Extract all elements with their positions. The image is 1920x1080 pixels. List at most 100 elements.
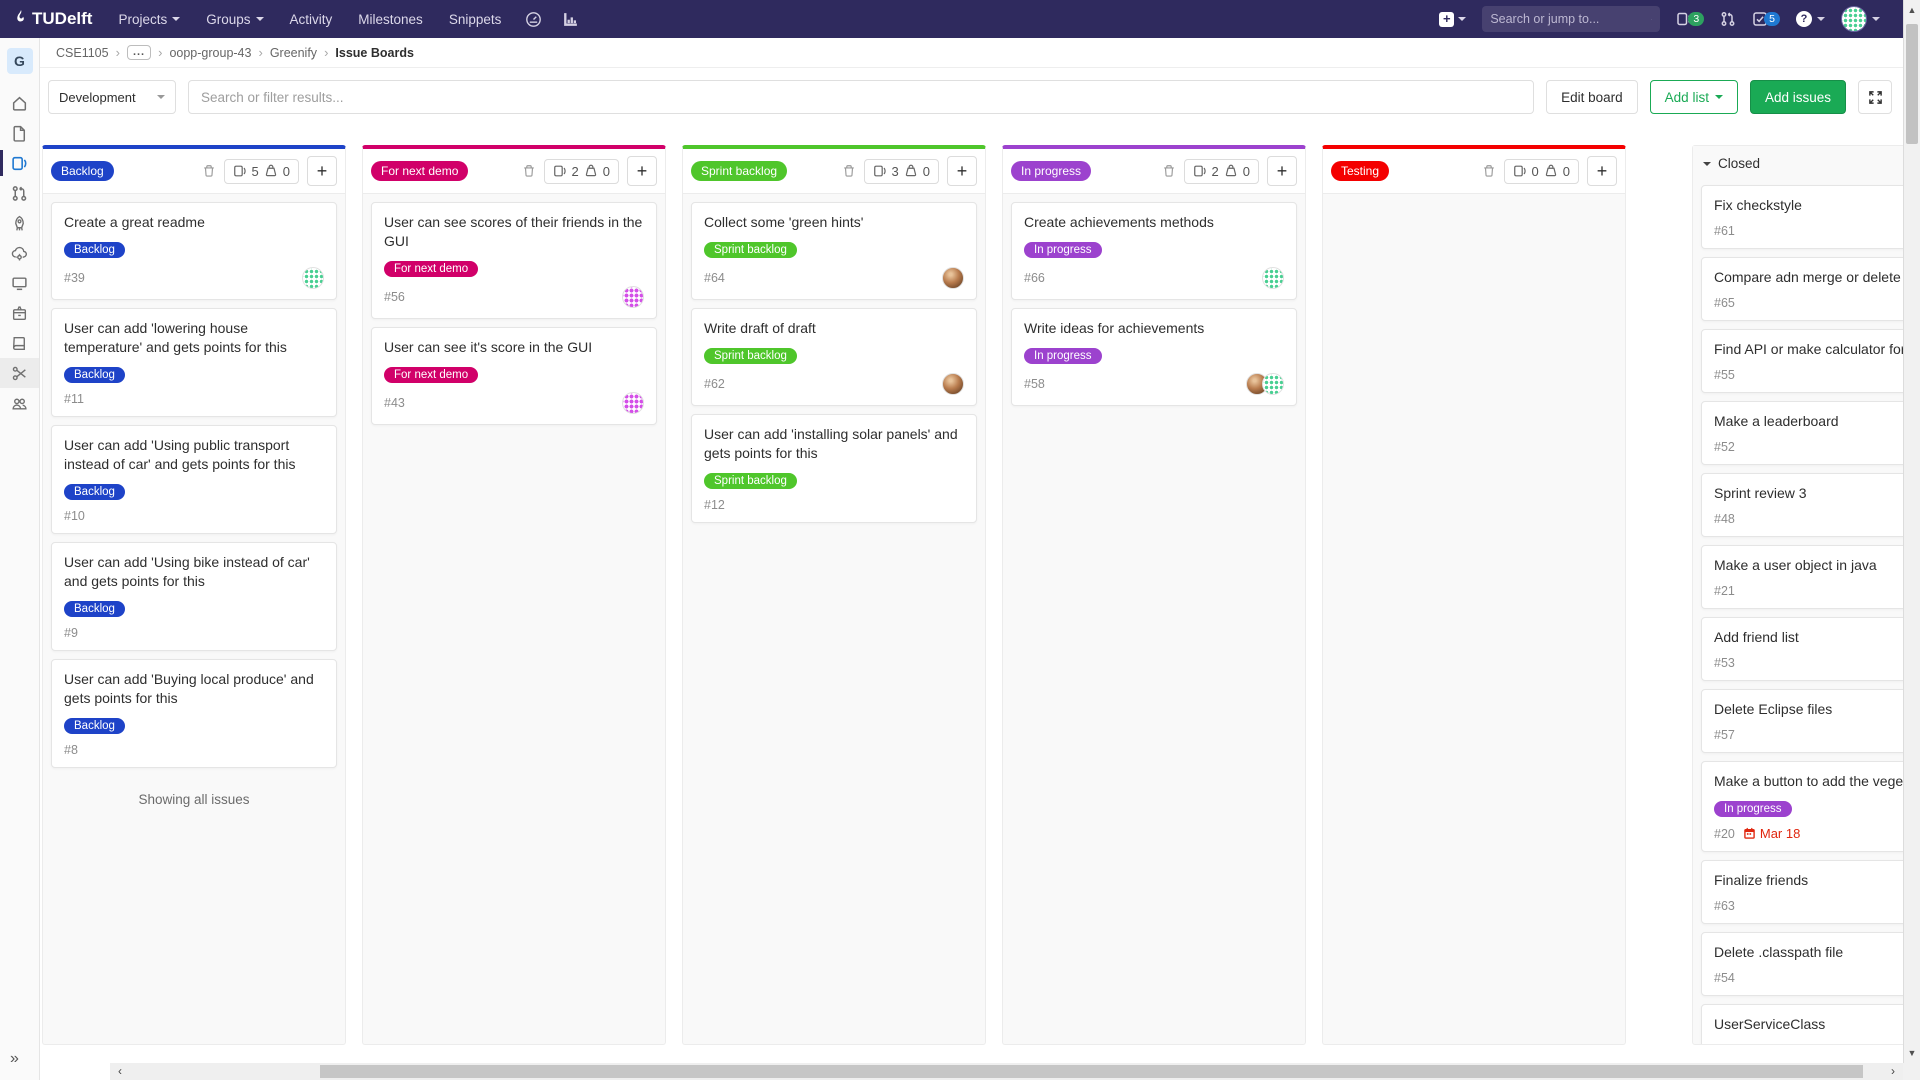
edit-board-button[interactable]: Edit board	[1546, 80, 1638, 114]
menu-projects[interactable]: Projects	[118, 12, 180, 27]
menu-activity[interactable]: Activity	[290, 12, 333, 27]
sidebar-item-snippets[interactable]	[0, 358, 39, 388]
horizontal-scroll-thumb[interactable]	[320, 1065, 1863, 1078]
help-menu[interactable]: ?	[1796, 11, 1825, 27]
add-list-button[interactable]: Add list	[1650, 80, 1738, 114]
list-label[interactable]: Testing	[1331, 161, 1389, 181]
delete-list-button[interactable]	[1162, 164, 1176, 178]
card-label-pill[interactable]: Backlog	[64, 484, 125, 500]
issue-card[interactable]: Fix checkstyle#61	[1701, 185, 1920, 249]
add-issues-button[interactable]: Add issues	[1750, 80, 1846, 114]
sidebar-item-monitor[interactable]	[0, 268, 39, 298]
project-avatar[interactable]: G	[7, 48, 33, 74]
card-label-pill[interactable]: Sprint backlog	[704, 473, 797, 489]
breadcrumb-group[interactable]: CSE1105	[56, 46, 109, 60]
card-label-pill[interactable]: For next demo	[384, 367, 478, 383]
add-issue-button[interactable]: +	[307, 156, 337, 186]
sidebar-item-issues[interactable]	[0, 148, 39, 178]
scroll-right-arrow[interactable]: ›	[1891, 1063, 1895, 1080]
sidebar-item-members[interactable]	[0, 388, 39, 418]
scroll-down-arrow[interactable]: ▼	[1904, 1048, 1920, 1058]
delete-list-button[interactable]	[842, 164, 856, 178]
list-label[interactable]: Backlog	[51, 161, 114, 181]
dashboard-gauge-icon[interactable]	[525, 11, 542, 28]
card-label-pill[interactable]: In progress	[1024, 348, 1102, 364]
issue-card[interactable]: Delete Eclipse files#57	[1701, 689, 1920, 753]
analytics-chart-icon[interactable]	[562, 11, 579, 28]
board-switcher[interactable]: Development	[48, 80, 176, 114]
menu-snippets[interactable]: Snippets	[449, 12, 502, 27]
issue-card[interactable]: Finalize friends#63	[1701, 860, 1920, 924]
issue-card[interactable]: Make a button to add the vegetarianIn pr…	[1701, 761, 1920, 852]
issues-icon[interactable]: 3	[1676, 11, 1704, 27]
list-label[interactable]: For next demo	[371, 161, 468, 181]
issue-card[interactable]: UserServiceClass#50	[1701, 1004, 1920, 1044]
issue-card[interactable]: User can add 'Using public transport ins…	[51, 425, 337, 534]
list-label[interactable]: Sprint backlog	[691, 161, 787, 181]
vertical-scrollbar[interactable]: ▲ ▼	[1903, 0, 1920, 1080]
scroll-left-arrow[interactable]: ‹	[118, 1063, 122, 1080]
delete-list-button[interactable]	[1482, 164, 1496, 178]
issue-card[interactable]: Delete .classpath file#54	[1701, 932, 1920, 996]
issue-card[interactable]: Sprint review 3#48	[1701, 473, 1920, 537]
scroll-up-arrow[interactable]: ▲	[1904, 5, 1920, 15]
card-label-pill[interactable]: Backlog	[64, 601, 125, 617]
horizontal-scrollbar[interactable]: ‹ ›	[110, 1063, 1903, 1080]
add-issue-button[interactable]: +	[1267, 156, 1297, 186]
issue-card[interactable]: Make a user object in java#21	[1701, 545, 1920, 609]
delete-list-button[interactable]	[202, 164, 216, 178]
issue-card[interactable]: User can see scores of their friends in …	[371, 202, 657, 319]
vertical-scroll-thumb[interactable]	[1906, 24, 1918, 144]
tudelft-logo[interactable]: TUDelft	[14, 9, 92, 29]
issue-card[interactable]: Write draft of draftSprint backlog#62	[691, 308, 977, 406]
collapse-list-caret[interactable]	[1703, 162, 1711, 166]
card-label-pill[interactable]: For next demo	[384, 261, 478, 277]
add-issue-button[interactable]: +	[1587, 156, 1617, 186]
list-label[interactable]: In progress	[1011, 161, 1091, 181]
global-search-input[interactable]	[1490, 12, 1651, 26]
issue-card[interactable]: Compare adn merge or delete old b#65	[1701, 257, 1920, 321]
card-label-pill[interactable]: Sprint backlog	[704, 348, 797, 364]
issue-card[interactable]: User can add 'Using bike instead of car'…	[51, 542, 337, 651]
sidebar-item-ci-cd[interactable]	[0, 208, 39, 238]
delete-list-button[interactable]	[522, 164, 536, 178]
issue-card[interactable]: User can see it's score in the GUIFor ne…	[371, 327, 657, 425]
menu-groups[interactable]: Groups	[206, 12, 263, 27]
add-issue-button[interactable]: +	[627, 156, 657, 186]
breadcrumb-subgroup[interactable]: oopp-group-43	[169, 46, 251, 60]
issue-card[interactable]: Add friend list#53	[1701, 617, 1920, 681]
card-label-pill[interactable]: Backlog	[64, 718, 125, 734]
issue-card[interactable]: Collect some 'green hints'Sprint backlog…	[691, 202, 977, 300]
sidebar-expand-button[interactable]: »	[10, 1050, 19, 1068]
issue-card[interactable]: Write ideas for achievementsIn progress#…	[1011, 308, 1297, 406]
filter-input[interactable]	[188, 80, 1534, 114]
fullscreen-button[interactable]	[1858, 80, 1892, 114]
issue-card[interactable]: User can add 'installing solar panels' a…	[691, 414, 977, 523]
add-issue-button[interactable]: +	[947, 156, 977, 186]
sidebar-item-packages[interactable]	[0, 298, 39, 328]
issue-card[interactable]: User can add 'Buying local produce' and …	[51, 659, 337, 768]
sidebar-item-operations[interactable]	[0, 238, 39, 268]
issue-card[interactable]: Create achievements methodsIn progress#6…	[1011, 202, 1297, 300]
issue-title: User can add 'Using bike instead of car'…	[64, 553, 324, 591]
sidebar-item-wiki[interactable]	[0, 328, 39, 358]
new-menu-button[interactable]: +	[1439, 12, 1466, 27]
card-label-pill[interactable]: In progress	[1024, 242, 1102, 258]
breadcrumb-ellipsis-button[interactable]: ...	[127, 45, 151, 60]
sidebar-item-merge-requests[interactable]	[0, 178, 39, 208]
issue-card[interactable]: Make a leaderboard#52	[1701, 401, 1920, 465]
sidebar-item-repository[interactable]	[0, 118, 39, 148]
merge-request-icon[interactable]	[1720, 11, 1736, 27]
breadcrumb-project[interactable]: Greenify	[270, 46, 317, 60]
card-label-pill[interactable]: Backlog	[64, 367, 125, 383]
user-menu[interactable]	[1841, 6, 1880, 32]
sidebar-item-home[interactable]	[0, 88, 39, 118]
todos-icon[interactable]: 5	[1752, 11, 1780, 27]
card-label-pill[interactable]: Sprint backlog	[704, 242, 797, 258]
issue-card[interactable]: Create a great readmeBacklog#39	[51, 202, 337, 300]
issue-card[interactable]: Find API or make calculator for CO2#55	[1701, 329, 1920, 393]
menu-milestones[interactable]: Milestones	[358, 12, 423, 27]
issue-card[interactable]: User can add 'lowering house temperature…	[51, 308, 337, 417]
card-label-pill[interactable]: In progress	[1714, 801, 1792, 817]
card-label-pill[interactable]: Backlog	[64, 242, 125, 258]
